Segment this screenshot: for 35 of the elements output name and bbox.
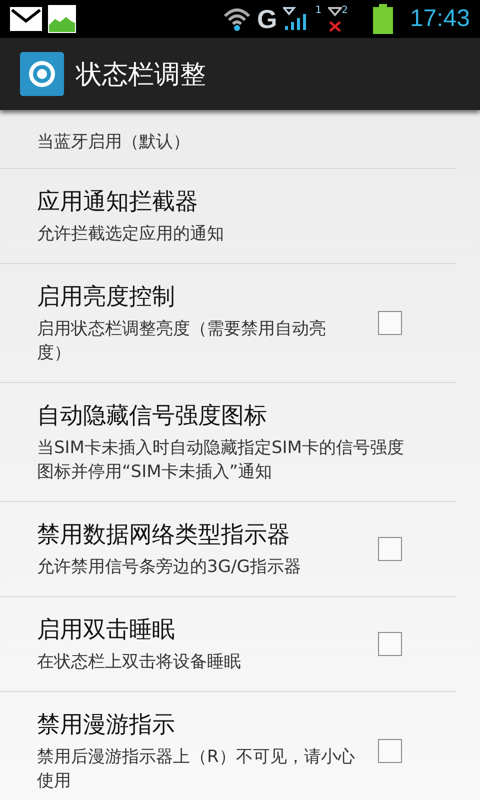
preference-title: 启用亮度控制 [37,283,176,312]
preference-summary: 允许禁用信号条旁边的3G/G指示器 [37,556,302,579]
settings-icon [20,52,64,96]
preference-item[interactable]: 自动隐藏信号强度图标 当SIM卡未插入时自动隐藏指定SIM卡的信号强度图标并停用“SIM卡未插入”通知 [0,383,456,502]
mail-icon [10,7,42,31]
checkbox[interactable] [378,311,402,335]
preference-item[interactable]: 启用双击睡眠 在状态栏上双击将设备睡眠 [0,597,456,692]
sim-number: 1 [315,6,322,16]
checkbox[interactable] [378,632,402,656]
wifi-icon [222,6,251,32]
preference-title: 应用通知拦截器 [37,188,199,217]
preference-summary: 当蓝牙启用（默认） [37,131,191,154]
preference-item[interactable]: 禁用数据网络类型指示器 允许禁用信号条旁边的3G/G指示器 [0,502,456,597]
preference-title: 禁用数据网络类型指示器 [37,521,291,550]
sim-number: 2 [342,6,348,16]
preference-item[interactable]: 启用亮度控制 启用状态栏调整亮度（需要禁用自动亮度） [0,264,456,383]
preference-item[interactable]: 禁用漫游指示 禁用后漫游指示器上（R）不可见，请小心使用 [0,692,456,800]
preference-summary: 允许拦截选定应用的通知 [37,223,225,246]
preference-summary: 启用状态栏调整亮度（需要禁用自动亮度） [37,318,327,365]
preference-title: 自动隐藏信号强度图标 [37,402,268,431]
chart-thumbnail-icon [48,5,76,33]
battery-icon [372,4,394,34]
preference-title: 禁用漫游指示 [37,711,176,740]
preference-title: 启用双击睡眠 [37,616,176,645]
preference-summary: 当SIM卡未插入时自动隐藏指定SIM卡的信号强度图标并停用“SIM卡未插入”通知 [37,437,405,484]
clock: 17:43 [410,5,470,33]
checkbox[interactable] [378,739,402,763]
screen-title: 状态栏调整 [76,58,206,92]
preference-item[interactable]: 当蓝牙启用（默认） [0,110,456,169]
no-sim-signal-icon [328,6,342,32]
network-type-label: G [256,4,278,34]
preference-summary: 禁用后漫游指示器上（R）不可见，请小心使用 [37,746,356,793]
preference-item[interactable]: 应用通知拦截器 允许拦截选定应用的通知 [0,169,456,264]
checkbox[interactable] [378,537,402,561]
preference-summary: 在状态栏上双击将设备睡眠 [37,651,242,674]
